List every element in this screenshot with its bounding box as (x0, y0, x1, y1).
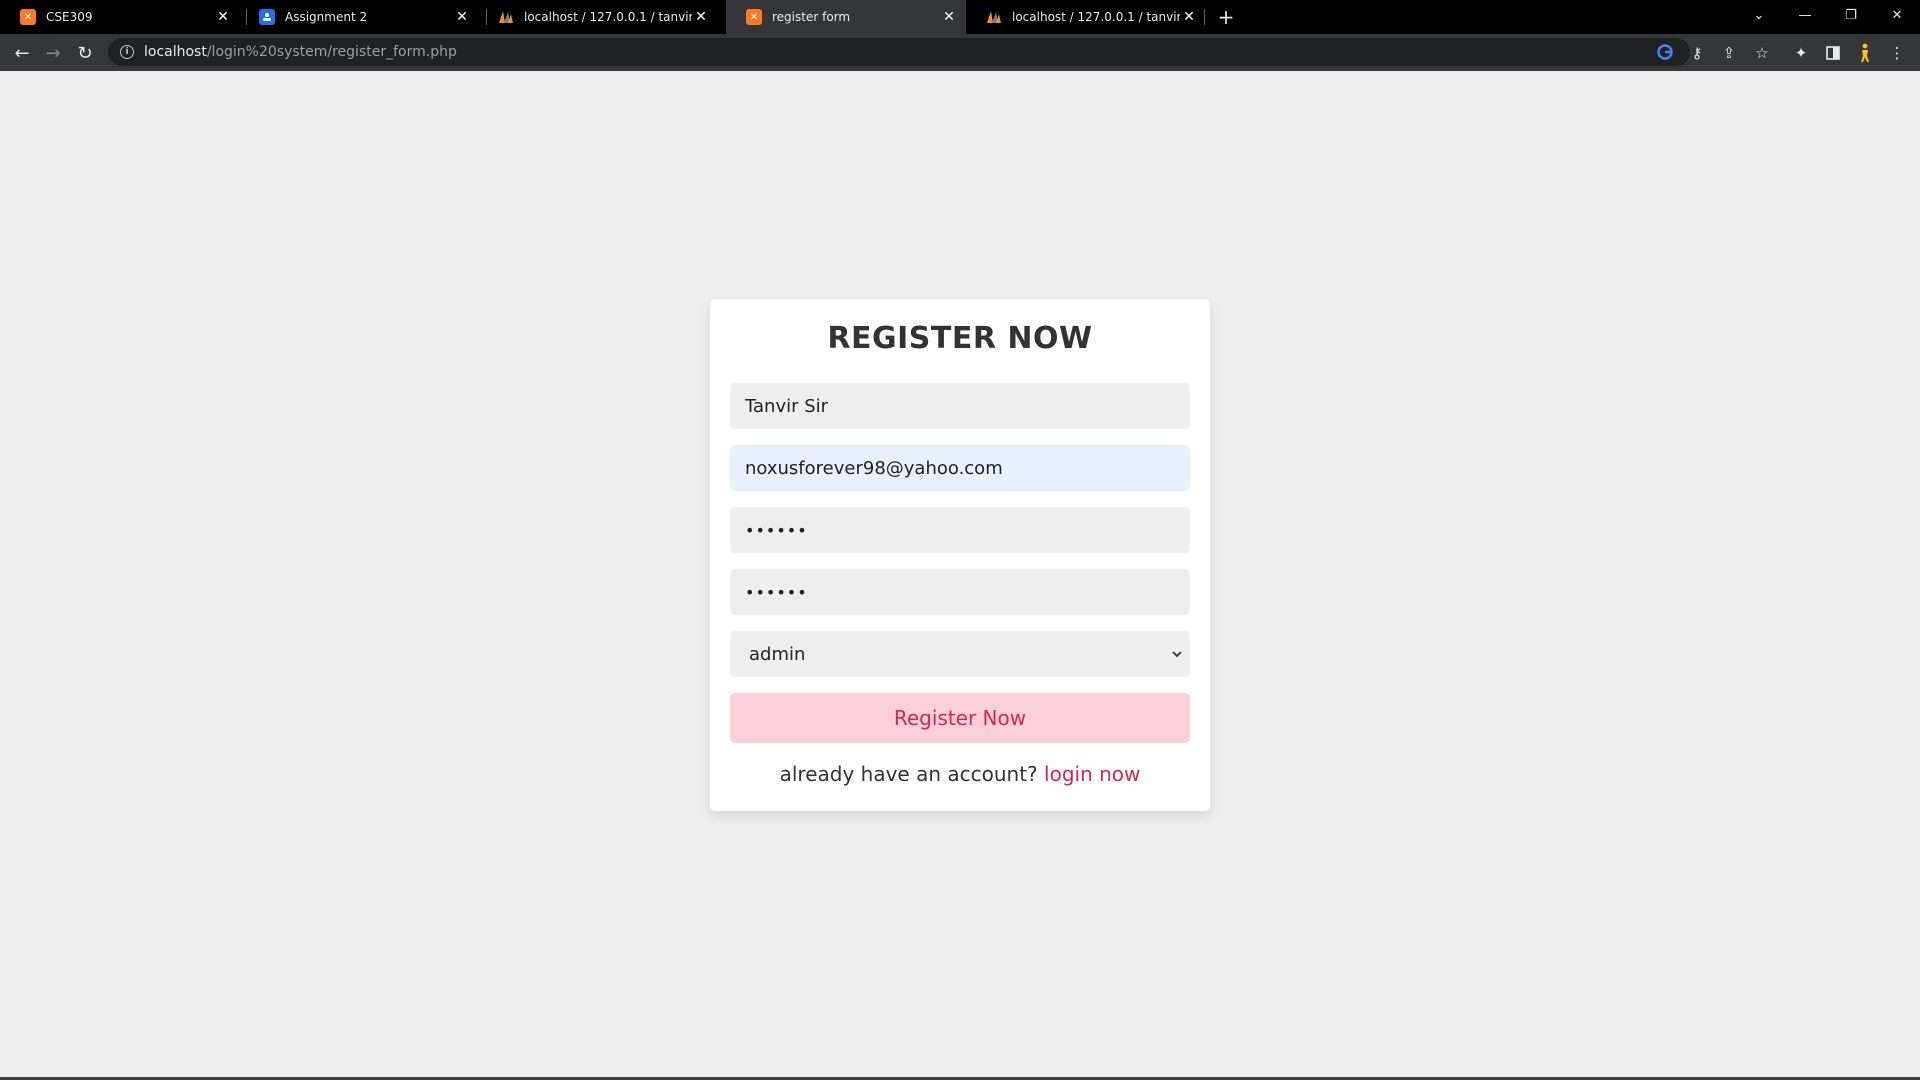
name-input[interactable]: Tanvir Sir (730, 383, 1190, 429)
tab-search-chevron-icon[interactable]: ⌄ (1736, 0, 1782, 30)
tab-title: Assignment 2 (285, 10, 368, 24)
close-icon[interactable]: ✕ (1180, 8, 1198, 26)
address-bar[interactable]: i localhost/login%20system/register_form… (108, 38, 1690, 66)
name-input-value: Tanvir Sir (745, 395, 829, 417)
new-tab-plus-icon[interactable]: + (1214, 5, 1238, 29)
tab-title: CSE309 (46, 10, 93, 24)
bookmark-star-icon[interactable]: ☆ (1751, 42, 1773, 64)
close-icon[interactable]: ✕ (692, 8, 710, 26)
close-icon[interactable]: ✕ (453, 8, 471, 26)
chevron-down-icon (1172, 647, 1182, 661)
register-form-card: REGISTER NOW Tanvir Sir noxusforever98@y… (710, 299, 1210, 811)
email-input[interactable]: noxusforever98@yahoo.com (730, 445, 1190, 491)
phpmyadmin-icon (986, 9, 1002, 25)
browser-toolbar: ← → ↻ i localhost/login%20system/registe… (0, 34, 1920, 71)
password-input-value: •••••• (745, 520, 808, 540)
password-key-icon[interactable]: ⚷ (1686, 42, 1708, 64)
extensions-puzzle-icon[interactable]: ✦ (1790, 42, 1812, 64)
classroom-icon (259, 9, 275, 25)
xampp-icon: ✕ (746, 9, 762, 25)
browser-tab-strip: ✕ CSE309 ✕ Assignment 2 ✕ localhost / 12… (0, 0, 1920, 34)
form-heading: REGISTER NOW (827, 321, 1093, 356)
tab-phpmyadmin-2[interactable]: localhost / 127.0.0.1 / tanvir cont ✕ (966, 0, 1206, 34)
site-info-icon[interactable]: i (120, 45, 134, 59)
google-lens-icon[interactable] (1655, 42, 1675, 62)
password-input[interactable]: •••••• (730, 507, 1190, 553)
tab-divider (1204, 9, 1205, 25)
tab-title: register form (772, 10, 851, 24)
reload-icon[interactable]: ↻ (71, 39, 99, 67)
login-prompt: already have an account? login now (710, 762, 1210, 786)
share-icon[interactable]: ⇪ (1718, 42, 1740, 64)
tab-assignment-2[interactable]: Assignment 2 ✕ (239, 0, 479, 34)
login-now-link[interactable]: login now (1044, 762, 1140, 786)
close-icon[interactable]: ✕ (940, 8, 958, 26)
tab-title: localhost / 127.0.0.1 / tanvir cont (1012, 10, 1180, 24)
phpmyadmin-icon (498, 9, 514, 25)
url-host: localhost (144, 44, 207, 60)
user-type-select[interactable]: admin (730, 631, 1190, 677)
user-type-selected-value: admin (749, 643, 806, 665)
tab-title: localhost / 127.0.0.1 / tanvir cont (524, 10, 692, 24)
menu-kebab-icon[interactable]: ⋮ (1886, 42, 1908, 64)
confirm-password-input-value: •••••• (745, 582, 808, 602)
restore-icon[interactable]: ❐ (1828, 0, 1874, 30)
login-prompt-text: already have an account? (779, 762, 1038, 786)
url-path: /login%20system/register_form.php (206, 44, 457, 60)
forward-arrow-icon[interactable]: → (39, 39, 67, 67)
back-arrow-icon[interactable]: ← (8, 39, 36, 67)
confirm-password-input[interactable]: •••••• (730, 569, 1190, 615)
minimize-icon[interactable]: — (1782, 0, 1828, 30)
tab-phpmyadmin-1[interactable]: localhost / 127.0.0.1 / tanvir cont ✕ (478, 0, 718, 34)
side-panel-icon[interactable] (1822, 42, 1844, 64)
xampp-icon: ✕ (20, 9, 36, 25)
email-input-value: noxusforever98@yahoo.com (745, 457, 1003, 479)
tab-register-form[interactable]: ✕ register form ✕ (726, 0, 966, 34)
window-close-icon[interactable]: ✕ (1874, 0, 1920, 30)
profile-avatar-icon[interactable] (1854, 42, 1876, 64)
close-icon[interactable]: ✕ (214, 8, 232, 26)
tab-cse309[interactable]: ✕ CSE309 ✕ (0, 0, 240, 34)
register-now-button[interactable]: Register Now (730, 693, 1190, 743)
